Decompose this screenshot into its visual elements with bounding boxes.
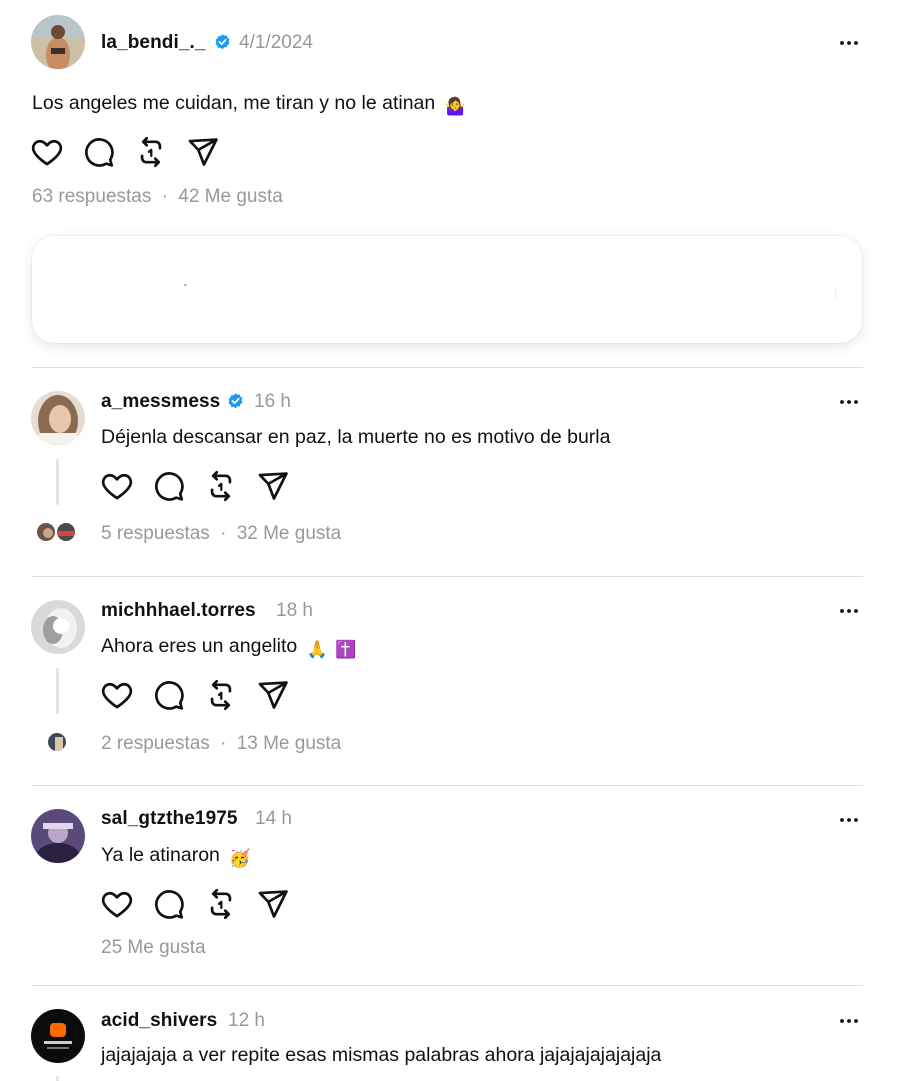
avatar[interactable] (31, 1009, 85, 1063)
send-icon[interactable] (186, 135, 220, 169)
more-options-icon[interactable] (837, 31, 861, 55)
thread-line (56, 1076, 59, 1081)
separator: · (220, 733, 227, 754)
send-icon[interactable] (256, 678, 290, 712)
verified-badge-icon (213, 33, 232, 52)
post-date[interactable]: 4/1/2024 (239, 32, 313, 54)
thread-line (56, 668, 59, 714)
replies-count[interactable]: 63 respuestas (32, 186, 151, 207)
emoji: 🥳 (229, 849, 251, 868)
replies-count[interactable]: 5 respuestas (101, 523, 210, 544)
action-bar (100, 678, 330, 712)
verified-badge-icon (226, 392, 245, 411)
divider (32, 985, 863, 986)
heart-icon[interactable] (100, 887, 134, 921)
post-time[interactable]: 16 h (254, 391, 291, 413)
username[interactable]: acid_shivers (101, 1010, 217, 1032)
comment-icon[interactable] (152, 887, 186, 921)
post-stats: 25 Me gusta (101, 937, 206, 959)
post-text-content: Ahora eres un angelito (101, 635, 298, 657)
replier-avatar (55, 521, 77, 543)
repost-icon[interactable] (204, 678, 238, 712)
post-stats: 5 respuestas · 32 Me gusta (101, 523, 341, 545)
post-text-content: Ya le atinaron (101, 844, 220, 866)
more-options-icon[interactable] (837, 1009, 861, 1033)
post-time[interactable]: 18 h (276, 600, 313, 622)
replier-avatar (46, 731, 68, 753)
post-text: jajajajaja a ver repite esas mismas pala… (101, 1044, 662, 1066)
thread-line (56, 459, 59, 505)
avatar[interactable] (31, 600, 85, 654)
divider (32, 785, 863, 786)
comment-icon[interactable] (82, 135, 116, 169)
post-stats: 63 respuestas · 42 Me gusta (32, 186, 283, 208)
divider (32, 576, 863, 577)
reply-composer-card[interactable] (32, 236, 862, 343)
likes-count[interactable]: 13 Me gusta (237, 733, 342, 754)
emoji: 🙏 (306, 640, 328, 659)
repost-icon[interactable] (204, 887, 238, 921)
post-text: Déjenla descansar en paz, la muerte no e… (101, 426, 611, 448)
emoji: 🤷‍♀️ (444, 97, 466, 116)
likes-count[interactable]: 42 Me gusta (178, 186, 283, 207)
replies-count[interactable]: 2 respuestas (101, 733, 210, 754)
separator: · (161, 186, 168, 207)
post-text-content: Los angeles me cuidan, me tiran y no le … (32, 92, 436, 114)
username[interactable]: la_bendi_._ (101, 32, 206, 54)
avatar[interactable] (31, 809, 85, 863)
divider (32, 367, 863, 368)
username[interactable]: sal_gtzthe1975 (101, 808, 238, 830)
action-bar (100, 887, 330, 921)
heart-icon[interactable] (100, 469, 134, 503)
username[interactable]: michhhael.torres (101, 600, 256, 622)
repost-icon[interactable] (134, 135, 168, 169)
action-bar (100, 469, 330, 503)
comment-icon[interactable] (152, 678, 186, 712)
card-tick (835, 289, 836, 301)
heart-icon[interactable] (30, 135, 64, 169)
likes-count[interactable]: 25 Me gusta (101, 937, 206, 958)
emoji: ✝️ (335, 640, 357, 659)
avatar[interactable] (31, 15, 85, 69)
post-text: Ahora eres un angelito 🙏 ✝️ (101, 635, 356, 660)
comment-icon[interactable] (152, 469, 186, 503)
send-icon[interactable] (256, 469, 290, 503)
more-options-icon[interactable] (837, 390, 861, 414)
send-icon[interactable] (256, 887, 290, 921)
repost-icon[interactable] (204, 469, 238, 503)
avatar[interactable] (31, 391, 85, 445)
post-stats: 2 respuestas · 13 Me gusta (101, 733, 341, 755)
replier-avatar (35, 521, 57, 543)
likes-count[interactable]: 32 Me gusta (237, 523, 342, 544)
action-bar (30, 135, 260, 169)
post-text: Ya le atinaron 🥳 (101, 844, 250, 869)
heart-icon[interactable] (100, 678, 134, 712)
post-time[interactable]: 14 h (255, 808, 292, 830)
post-time[interactable]: 12 h (228, 1010, 265, 1032)
more-options-icon[interactable] (837, 808, 861, 832)
card-dot (184, 284, 187, 286)
separator: · (220, 523, 227, 544)
username[interactable]: a_messmess (101, 391, 220, 413)
more-options-icon[interactable] (837, 599, 861, 623)
post-text: Los angeles me cuidan, me tiran y no le … (32, 92, 466, 117)
